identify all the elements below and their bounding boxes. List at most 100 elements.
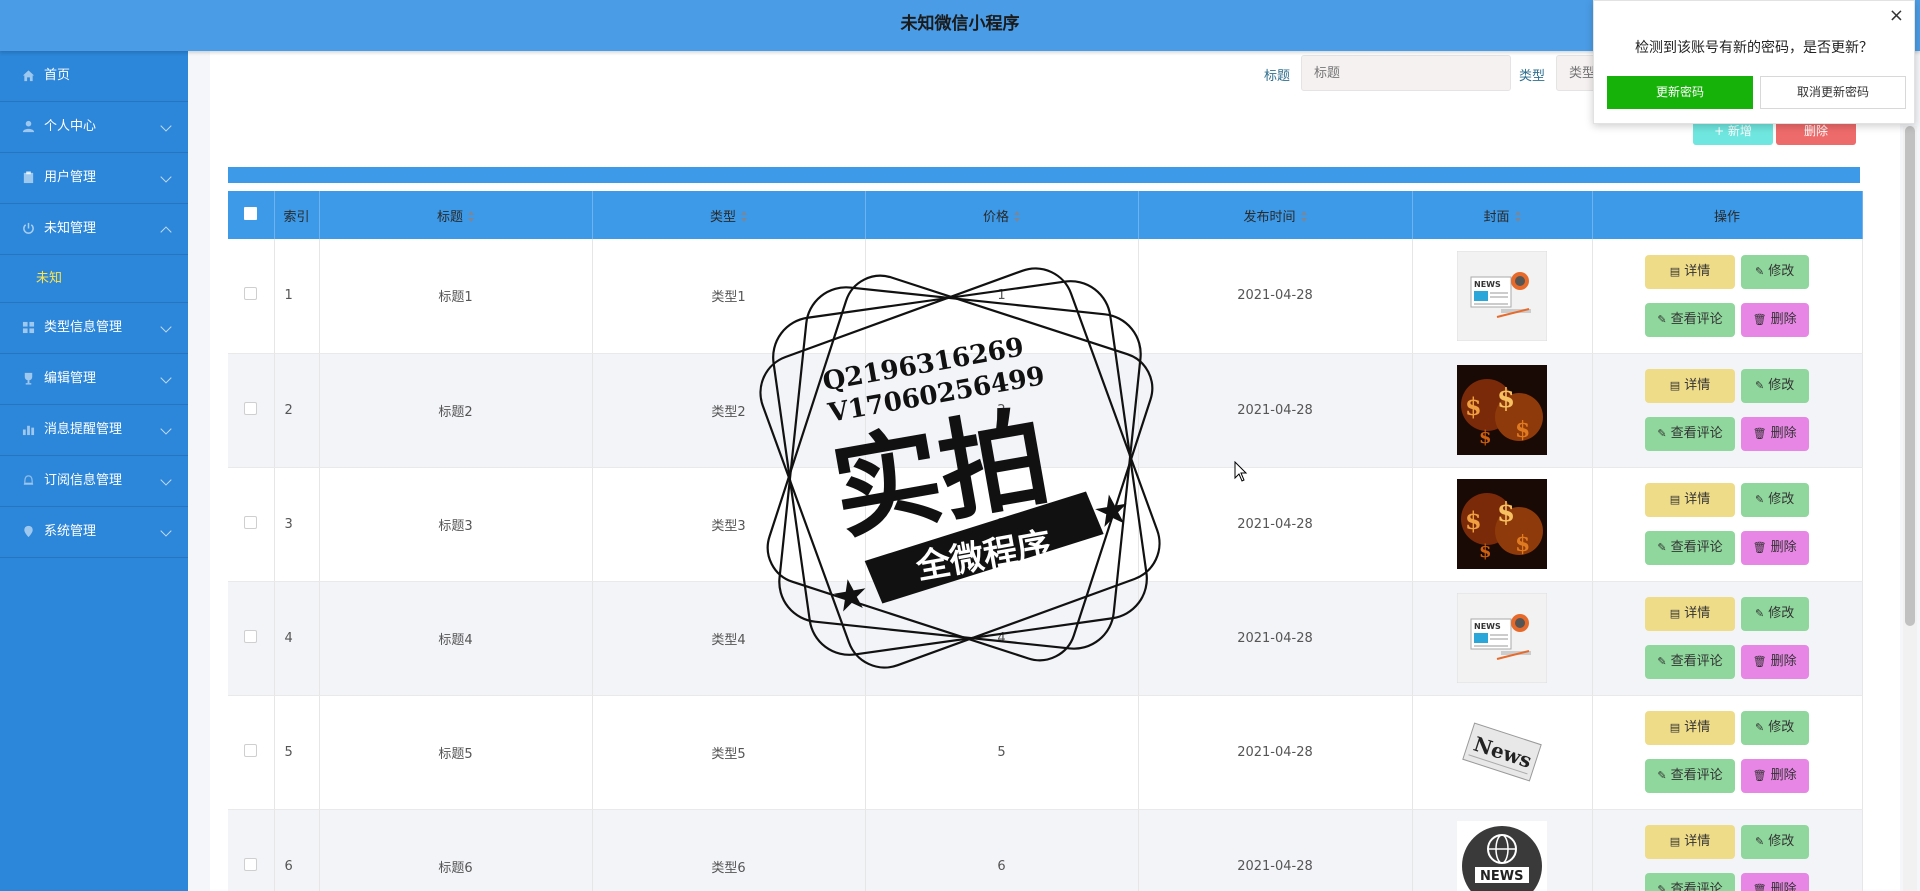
view-comments-button[interactable]: ✎ 查看评论 xyxy=(1645,302,1735,337)
table-row: 3 标题3 类型3 3 2021-04-28 $ $ $ $ ▤ 详情 ✎ 修改 ✎ 查看评… xyxy=(228,467,1863,582)
row-index: 1 xyxy=(274,239,320,354)
table-row: 2 标题2 类型2 2 2021-04-28 $ $ $ $ ▤ 详情 ✎ 修改 ✎ 查看评… xyxy=(228,353,1863,468)
sidebar-subitem-label: 未知 xyxy=(36,271,63,286)
svg-text:$: $ xyxy=(1479,541,1492,562)
sidebar-item-messages[interactable]: 消息提醒管理 xyxy=(0,405,188,456)
delete-button[interactable]: 🗑 删除 xyxy=(1740,531,1809,565)
row-checkbox[interactable] xyxy=(244,515,258,529)
sort-icon[interactable] xyxy=(741,211,747,223)
sidebar-item-label: 消息提醒管理 xyxy=(44,422,123,437)
row-price: 2 xyxy=(865,353,1139,468)
edit-button[interactable]: ✎ 修改 xyxy=(1740,254,1809,289)
sidebar: 首页 个人中心 用户管理 未知管理 未知 类型信息管理 编辑管理 消息提醒管理 … xyxy=(0,51,188,891)
delete-button[interactable]: 🗑 删除 xyxy=(1740,873,1809,891)
sidebar-item-home[interactable]: 首页 xyxy=(0,51,188,102)
row-checkbox[interactable] xyxy=(244,629,258,643)
document-icon: ▤ xyxy=(1669,721,1681,734)
sidebar-item-subscriptions[interactable]: 订阅信息管理 xyxy=(0,456,188,507)
pencil-icon: ✎ xyxy=(1755,607,1765,620)
select-all-checkbox[interactable] xyxy=(244,206,258,220)
row-checkbox[interactable] xyxy=(244,857,258,871)
detail-button[interactable]: ▤ 详情 xyxy=(1645,597,1735,631)
pencil-icon: ✎ xyxy=(1657,312,1667,326)
detail-button[interactable]: ▤ 详情 xyxy=(1645,711,1735,745)
view-comments-button[interactable]: ✎ 查看评论 xyxy=(1645,873,1735,891)
detail-button[interactable]: ▤ 详情 xyxy=(1645,254,1735,289)
table-header-row: 索引 标题 类型 价格 发布时间 封面 操作 xyxy=(228,191,1863,239)
chevron-down-icon xyxy=(160,171,172,183)
cancel-update-button[interactable]: 取消更新密码 xyxy=(1760,76,1906,109)
svg-text:$: $ xyxy=(1497,384,1515,414)
sidebar-item-unknown[interactable]: 未知管理 xyxy=(0,204,188,255)
sort-icon[interactable] xyxy=(1014,211,1020,223)
pencil-icon: ✎ xyxy=(1657,655,1667,668)
sort-icon[interactable] xyxy=(1514,211,1521,223)
edit-button[interactable]: ✎ 修改 xyxy=(1740,825,1809,859)
edit-button[interactable]: ✎ 修改 xyxy=(1740,597,1809,631)
sidebar-item-system[interactable]: 系统管理 xyxy=(0,507,188,558)
data-table: 索引 标题 类型 价格 发布时间 封面 操作 1 标题1 类型1 1 2021-… xyxy=(228,191,1863,891)
sidebar-item-profile[interactable]: 个人中心 xyxy=(0,102,188,153)
svg-text:NEWS: NEWS xyxy=(1474,280,1501,289)
view-comments-button[interactable]: ✎ 查看评论 xyxy=(1645,417,1735,451)
select-all-cell[interactable] xyxy=(228,191,275,239)
pencil-icon: ✎ xyxy=(1657,769,1667,782)
sort-icon[interactable] xyxy=(468,211,474,223)
delete-button[interactable]: 🗑 删除 xyxy=(1740,759,1809,793)
row-date: 2021-04-28 xyxy=(1138,239,1413,354)
column-header-price[interactable]: 价格 xyxy=(865,191,1139,239)
trash-icon: 🗑 xyxy=(1752,883,1767,891)
delete-button[interactable]: 🗑 删除 xyxy=(1740,645,1809,679)
sidebar-subitem-unknown[interactable]: 未知 xyxy=(0,255,188,303)
detail-button[interactable]: ▤ 详情 xyxy=(1645,369,1735,403)
sidebar-item-editor[interactable]: 编辑管理 xyxy=(0,354,188,405)
news-globe-icon: NEWS xyxy=(1457,821,1547,891)
money-fire-image: $ $ $ $ xyxy=(1457,479,1547,569)
row-type: 类型2 xyxy=(592,353,866,468)
detail-button[interactable]: ▤ 详情 xyxy=(1645,825,1735,859)
chevron-down-icon xyxy=(160,474,172,486)
edit-button[interactable]: ✎ 修改 xyxy=(1740,483,1809,517)
row-checkbox[interactable] xyxy=(244,743,258,757)
power-icon xyxy=(23,222,34,234)
sidebar-item-users[interactable]: 用户管理 xyxy=(0,153,188,204)
row-date: 2021-04-28 xyxy=(1138,353,1413,468)
column-header-date[interactable]: 发布时间 xyxy=(1138,191,1413,239)
sort-icon[interactable] xyxy=(1300,211,1307,223)
view-comments-button[interactable]: ✎ 查看评论 xyxy=(1645,759,1735,793)
delete-button[interactable]: 🗑 删除 xyxy=(1740,302,1809,337)
view-comments-button[interactable]: ✎ 查看评论 xyxy=(1645,531,1735,565)
delete-button[interactable]: 🗑 删除 xyxy=(1740,417,1809,451)
update-password-button[interactable]: 更新密码 xyxy=(1607,76,1753,109)
title-search-input[interactable] xyxy=(1301,55,1511,91)
row-title: 标题4 xyxy=(319,581,593,696)
row-date: 2021-04-28 xyxy=(1138,467,1413,582)
column-header-title[interactable]: 标题 xyxy=(319,191,593,239)
news-laptop-icon: NEWS xyxy=(1457,593,1547,683)
svg-text:$: $ xyxy=(1497,498,1515,528)
svg-text:$: $ xyxy=(1479,427,1492,448)
chevron-up-icon xyxy=(160,226,172,238)
svg-text:$: $ xyxy=(1465,506,1482,535)
column-header-index: 索引 xyxy=(274,191,320,239)
row-actions: ▤ 详情 ✎ 修改 ✎ 查看评论 🗑 删除 xyxy=(1593,597,1862,679)
scrollbar-thumb[interactable] xyxy=(1905,126,1915,626)
column-header-cover[interactable]: 封面 xyxy=(1412,191,1593,239)
row-price: 4 xyxy=(865,581,1139,696)
edit-button[interactable]: ✎ 修改 xyxy=(1740,369,1809,403)
table-row: 1 标题1 类型1 1 2021-04-28 NEWS ▤ 详情 ✎ 修改 ✎ 查看评… xyxy=(228,239,1863,354)
sidebar-item-type-info[interactable]: 类型信息管理 xyxy=(0,303,188,354)
row-checkbox[interactable] xyxy=(244,401,258,415)
page-scrollbar[interactable] xyxy=(1903,126,1917,891)
row-checkbox[interactable] xyxy=(244,287,258,301)
row-title: 标题1 xyxy=(319,239,593,354)
detail-button[interactable]: ▤ 详情 xyxy=(1645,483,1735,517)
edit-button[interactable]: ✎ 修改 xyxy=(1740,711,1809,745)
row-title: 标题6 xyxy=(319,809,593,891)
column-header-type[interactable]: 类型 xyxy=(592,191,866,239)
table-sticky-header-strip xyxy=(228,167,1860,183)
sidebar-item-label: 类型信息管理 xyxy=(44,320,123,335)
view-comments-button[interactable]: ✎ 查看评论 xyxy=(1645,645,1735,679)
chevron-down-icon xyxy=(160,372,172,384)
close-icon[interactable]: × xyxy=(1889,5,1904,26)
